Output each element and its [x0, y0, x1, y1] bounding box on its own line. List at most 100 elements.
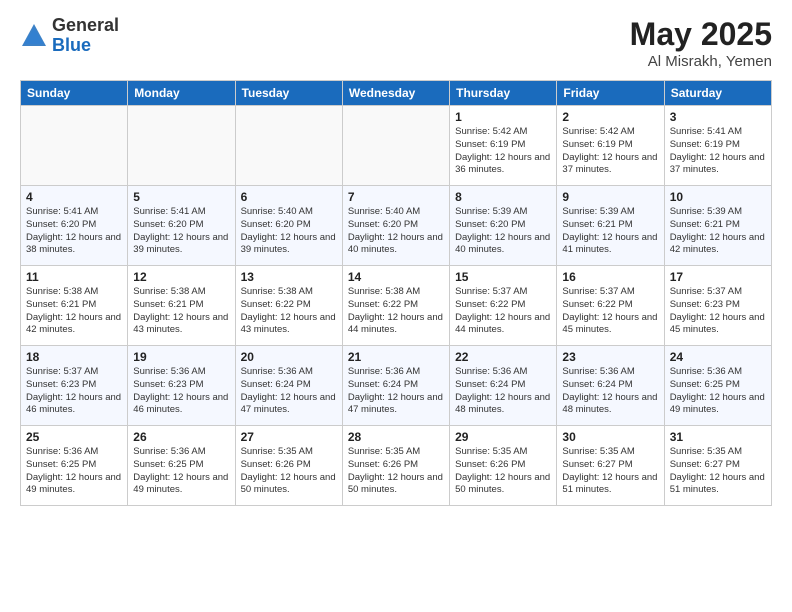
day-number: 28 [348, 430, 444, 444]
calendar-cell: 9Sunrise: 5:39 AM Sunset: 6:21 PM Daylig… [557, 186, 664, 266]
day-info: Sunrise: 5:36 AM Sunset: 6:24 PM Dayligh… [241, 366, 337, 417]
day-number: 13 [241, 270, 337, 284]
calendar-cell: 8 Sunrise: 5:39 AM Sunset: 6:20 PM Daylig… [450, 186, 557, 266]
day-number: 16 [562, 270, 658, 284]
day-number: 23 [562, 350, 658, 364]
day-number: 12 [133, 270, 229, 284]
col-friday: Friday [557, 81, 664, 106]
col-thursday: Thursday [450, 81, 557, 106]
calendar-cell: 21Sunrise: 5:36 AM Sunset: 6:24 PM Dayli… [342, 346, 449, 426]
day-info: Sunrise: 5:38 AM Sunset: 6:22 PM Dayligh… [348, 286, 444, 337]
calendar-cell: 2 Sunrise: 5:42 AM Sunset: 6:19 PM Daylig… [557, 106, 664, 186]
day-info: Sunrise: 5:37 AM Sunset: 6:23 PM Dayligh… [26, 366, 122, 417]
calendar-cell: 12Sunrise: 5:38 AM Sunset: 6:21 PM Dayli… [128, 266, 235, 346]
calendar-cell: 16 Sunrise: 5:37 AM Sunset: 6:22 PM Dayli… [557, 266, 664, 346]
calendar-cell: 7 Sunrise: 5:40 AM Sunset: 6:20 PM Daylig… [342, 186, 449, 266]
day-number: 31 [670, 430, 766, 444]
calendar-cell: 4 Sunrise: 5:41 AM Sunset: 6:20 PM Daylig… [21, 186, 128, 266]
day-info: Sunrise: 5:42 AM Sunset: 6:19 PM Dayligh… [455, 126, 551, 177]
calendar-week-5: 25 Sunrise: 5:36 AM Sunset: 6:25 PM Dayli… [21, 426, 772, 506]
day-info: Sunrise: 5:39 AM Sunset: 6:21 PM Dayligh… [670, 206, 766, 257]
calendar-cell: 18 Sunrise: 5:37 AM Sunset: 6:23 PM Dayli… [21, 346, 128, 426]
day-info: Sunrise: 5:36 AM Sunset: 6:23 PM Dayligh… [133, 366, 229, 417]
day-number: 29 [455, 430, 551, 444]
calendar-cell [128, 106, 235, 186]
calendar-cell: 11Sunrise: 5:38 AM Sunset: 6:21 PM Dayli… [21, 266, 128, 346]
calendar-week-1: 1 Sunrise: 5:42 AM Sunset: 6:19 PM Daylig… [21, 106, 772, 186]
day-info: Sunrise: 5:38 AM Sunset: 6:22 PM Dayligh… [241, 286, 337, 337]
day-info: Sunrise: 5:38 AM Sunset: 6:21 PM Dayligh… [26, 286, 122, 337]
logo-text: General Blue [52, 16, 119, 56]
day-number: 6 [241, 190, 337, 204]
col-sunday: Sunday [21, 81, 128, 106]
day-number: 20 [241, 350, 337, 364]
logo-icon [20, 22, 48, 50]
day-number: 18 [26, 350, 122, 364]
day-info: Sunrise: 5:40 AM Sunset: 6:20 PM Dayligh… [348, 206, 444, 257]
day-info: Sunrise: 5:35 AM Sunset: 6:26 PM Dayligh… [455, 446, 551, 497]
col-saturday: Saturday [664, 81, 771, 106]
calendar-body: 1 Sunrise: 5:42 AM Sunset: 6:19 PM Daylig… [21, 106, 772, 506]
day-info: Sunrise: 5:36 AM Sunset: 6:25 PM Dayligh… [670, 366, 766, 417]
col-tuesday: Tuesday [235, 81, 342, 106]
calendar-week-4: 18 Sunrise: 5:37 AM Sunset: 6:23 PM Dayli… [21, 346, 772, 426]
calendar-week-2: 4 Sunrise: 5:41 AM Sunset: 6:20 PM Daylig… [21, 186, 772, 266]
day-number: 19 [133, 350, 229, 364]
calendar-cell: 13 Sunrise: 5:38 AM Sunset: 6:22 PM Dayli… [235, 266, 342, 346]
location: Al Misrakh, Yemen [630, 53, 772, 70]
calendar-week-3: 11Sunrise: 5:38 AM Sunset: 6:21 PM Dayli… [21, 266, 772, 346]
calendar-cell: 29 Sunrise: 5:35 AM Sunset: 6:26 PM Dayli… [450, 426, 557, 506]
logo-blue: Blue [52, 36, 119, 56]
day-number: 14 [348, 270, 444, 284]
calendar-cell: 17 Sunrise: 5:37 AM Sunset: 6:23 PM Dayli… [664, 266, 771, 346]
day-info: Sunrise: 5:37 AM Sunset: 6:23 PM Dayligh… [670, 286, 766, 337]
day-number: 17 [670, 270, 766, 284]
calendar-cell: 20 Sunrise: 5:36 AM Sunset: 6:24 PM Dayli… [235, 346, 342, 426]
day-info: Sunrise: 5:36 AM Sunset: 6:25 PM Dayligh… [26, 446, 122, 497]
day-info: Sunrise: 5:41 AM Sunset: 6:19 PM Dayligh… [670, 126, 766, 177]
day-number: 1 [455, 110, 551, 124]
calendar-cell: 24Sunrise: 5:36 AM Sunset: 6:25 PM Dayli… [664, 346, 771, 426]
calendar-cell [235, 106, 342, 186]
day-info: Sunrise: 5:39 AM Sunset: 6:20 PM Dayligh… [455, 206, 551, 257]
header-row: Sunday Monday Tuesday Wednesday Thursday… [21, 81, 772, 106]
page: General Blue May 2025 Al Misrakh, Yemen … [0, 0, 792, 612]
day-number: 30 [562, 430, 658, 444]
day-number: 3 [670, 110, 766, 124]
calendar-cell: 15 Sunrise: 5:37 AM Sunset: 6:22 PM Dayli… [450, 266, 557, 346]
day-info: Sunrise: 5:36 AM Sunset: 6:24 PM Dayligh… [348, 366, 444, 417]
day-number: 25 [26, 430, 122, 444]
day-number: 9 [562, 190, 658, 204]
month-title: May 2025 [630, 16, 772, 53]
day-number: 22 [455, 350, 551, 364]
day-info: Sunrise: 5:37 AM Sunset: 6:22 PM Dayligh… [562, 286, 658, 337]
day-number: 10 [670, 190, 766, 204]
day-number: 8 [455, 190, 551, 204]
col-monday: Monday [128, 81, 235, 106]
calendar-cell: 25 Sunrise: 5:36 AM Sunset: 6:25 PM Dayli… [21, 426, 128, 506]
col-wednesday: Wednesday [342, 81, 449, 106]
day-info: Sunrise: 5:35 AM Sunset: 6:27 PM Dayligh… [562, 446, 658, 497]
logo-general: General [52, 16, 119, 36]
day-info: Sunrise: 5:41 AM Sunset: 6:20 PM Dayligh… [133, 206, 229, 257]
day-number: 5 [133, 190, 229, 204]
calendar-cell: 5 Sunrise: 5:41 AM Sunset: 6:20 PM Daylig… [128, 186, 235, 266]
calendar-cell: 26Sunrise: 5:36 AM Sunset: 6:25 PM Dayli… [128, 426, 235, 506]
logo: General Blue [20, 16, 119, 56]
day-number: 4 [26, 190, 122, 204]
day-number: 7 [348, 190, 444, 204]
day-info: Sunrise: 5:35 AM Sunset: 6:27 PM Dayligh… [670, 446, 766, 497]
day-info: Sunrise: 5:41 AM Sunset: 6:20 PM Dayligh… [26, 206, 122, 257]
day-info: Sunrise: 5:35 AM Sunset: 6:26 PM Dayligh… [348, 446, 444, 497]
day-number: 27 [241, 430, 337, 444]
calendar-cell: 1 Sunrise: 5:42 AM Sunset: 6:19 PM Daylig… [450, 106, 557, 186]
day-number: 15 [455, 270, 551, 284]
calendar-cell: 6Sunrise: 5:40 AM Sunset: 6:20 PM Daylig… [235, 186, 342, 266]
calendar-cell: 27Sunrise: 5:35 AM Sunset: 6:26 PM Dayli… [235, 426, 342, 506]
day-info: Sunrise: 5:36 AM Sunset: 6:24 PM Dayligh… [562, 366, 658, 417]
calendar-table: Sunday Monday Tuesday Wednesday Thursday… [20, 80, 772, 506]
calendar-cell: 10 Sunrise: 5:39 AM Sunset: 6:21 PM Dayli… [664, 186, 771, 266]
day-info: Sunrise: 5:37 AM Sunset: 6:22 PM Dayligh… [455, 286, 551, 337]
day-info: Sunrise: 5:42 AM Sunset: 6:19 PM Dayligh… [562, 126, 658, 177]
day-number: 2 [562, 110, 658, 124]
